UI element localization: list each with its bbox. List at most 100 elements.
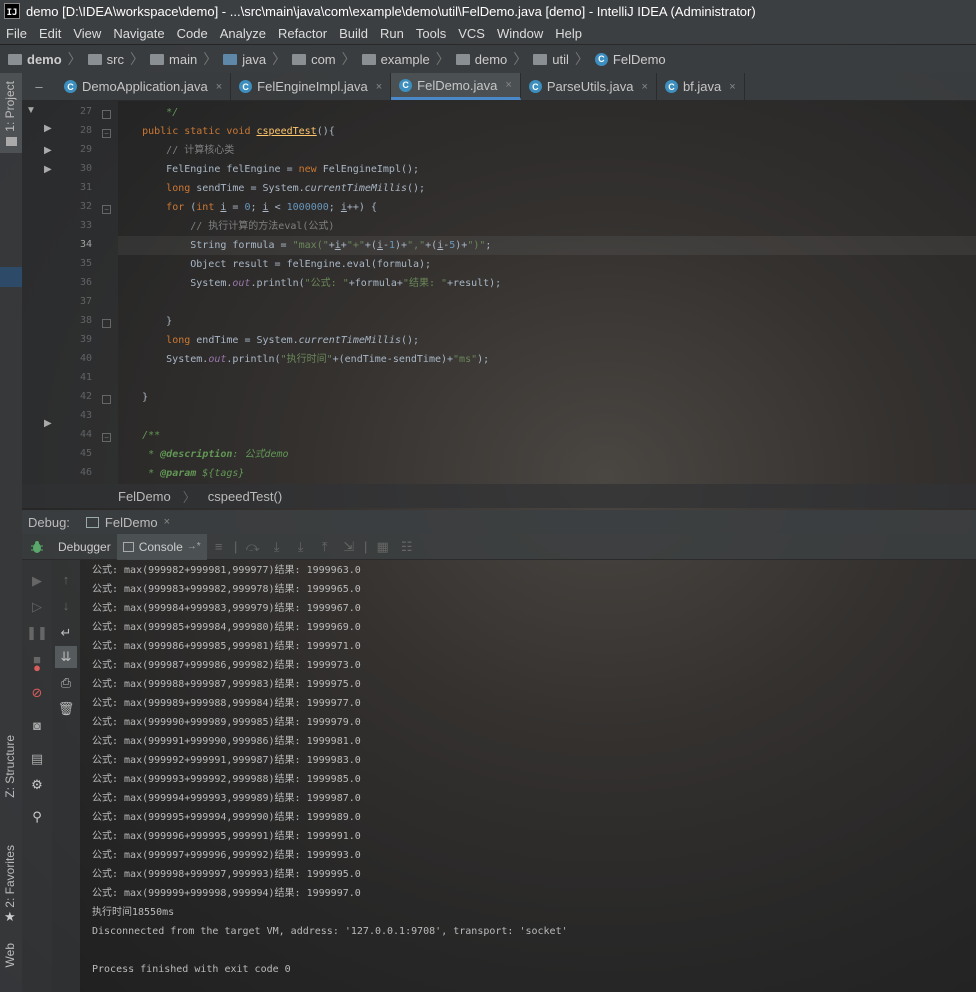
tab-feldemo[interactable]: C FelDemo.java × — [391, 73, 521, 100]
trash-icon[interactable]: 🗑 — [55, 698, 77, 720]
breadcrumb-demo-package[interactable]: demo — [455, 52, 507, 67]
code-editor[interactable]: */ public static void cspeedTest(){ // 计… — [118, 101, 976, 484]
fold-marker-icon[interactable]: − — [102, 205, 111, 214]
step-out-icon[interactable]: ⤒ — [313, 534, 337, 560]
expand-arrow-icon[interactable]: ▶ — [44, 164, 52, 175]
tab-debugger[interactable]: Debugger — [52, 534, 117, 560]
expand-arrow-icon[interactable]: ▶ — [44, 145, 52, 156]
breadcrumb-main[interactable]: main — [150, 52, 197, 67]
menu-view[interactable]: View — [67, 26, 107, 41]
line-number: 27 — [79, 106, 92, 117]
web-tool-button[interactable]: Web — [0, 941, 22, 991]
line-number: 33 — [79, 220, 92, 231]
menu-code[interactable]: Code — [171, 26, 214, 41]
source-folder-icon — [223, 53, 238, 65]
menu-help[interactable]: Help — [549, 26, 588, 41]
menu-vcs[interactable]: VCS — [452, 26, 491, 41]
mute-breakpoints-icon[interactable]: ⊘ — [26, 682, 48, 704]
camera-icon[interactable]: ◙ — [26, 714, 48, 736]
pin-icon[interactable]: ⚲ — [26, 806, 48, 828]
show-execution-point-icon[interactable]: ≡ — [207, 534, 231, 560]
rerun-icon[interactable]: ▶ — [26, 570, 48, 592]
step-over-icon[interactable]: ⤼ — [241, 534, 265, 560]
expand-arrow-icon[interactable]: ▶ — [44, 418, 52, 429]
breadcrumb-feldemo[interactable]: C FelDemo — [594, 52, 666, 67]
close-icon[interactable]: × — [164, 516, 170, 528]
close-icon[interactable]: × — [505, 79, 511, 91]
tab-console[interactable]: Console →* — [116, 533, 207, 560]
trace-icon[interactable]: ☷ — [395, 534, 419, 560]
menu-tools[interactable]: Tools — [410, 26, 452, 41]
debug-bug-icon[interactable] — [22, 534, 52, 560]
breadcrumb-class[interactable]: FelDemo — [118, 489, 171, 504]
line-number: 39 — [79, 334, 92, 345]
console-output[interactable]: 公式: max(999982+999981,999977)结果: 1999963… — [80, 560, 976, 992]
console-line: Process finished with exit code 0 — [92, 964, 291, 975]
tab-felengineimpl[interactable]: C FelEngineImpl.java × — [231, 73, 392, 100]
line-number: 43 — [79, 410, 92, 421]
code-line: /** — [142, 430, 161, 441]
print-icon[interactable]: ⎙ — [55, 672, 77, 694]
breadcrumb-util[interactable]: util — [533, 52, 569, 67]
star-icon: ★ — [4, 909, 16, 924]
breadcrumb-demo[interactable]: demo — [8, 52, 62, 67]
menu-navigate[interactable]: Navigate — [107, 26, 170, 41]
breadcrumb-method[interactable]: cspeedTest() — [208, 489, 282, 504]
chevron-right-icon: 〉 — [272, 51, 287, 67]
menu-refactor[interactable]: Refactor — [272, 26, 333, 41]
chevron-right-icon: 〉 — [182, 489, 196, 505]
class-icon: C — [594, 52, 608, 66]
close-icon[interactable]: × — [376, 81, 382, 93]
menu-run[interactable]: Run — [374, 26, 410, 41]
pause-icon[interactable]: ❚❚ — [26, 622, 48, 644]
code-line: long endTime = System.currentTimeMillis(… — [166, 335, 420, 346]
down-arrow-icon[interactable]: ↓ — [55, 594, 77, 616]
layout-icon[interactable]: ▤ — [26, 748, 48, 770]
menu-analyze[interactable]: Analyze — [214, 26, 272, 41]
fold-marker-icon[interactable] — [102, 110, 111, 119]
close-icon[interactable]: × — [729, 81, 735, 93]
run-to-cursor-icon[interactable]: ⇲ — [337, 534, 361, 560]
close-icon[interactable]: × — [216, 81, 222, 93]
view-breakpoints-icon[interactable]: ● — [26, 656, 48, 678]
favorites-tool-button[interactable]: 2: Favorites ★ — [0, 843, 22, 933]
close-icon[interactable]: × — [642, 81, 648, 93]
structure-tool-button[interactable]: Z: Structure — [0, 733, 22, 833]
fold-marker-icon[interactable] — [102, 395, 111, 404]
spring-class-icon: C — [64, 80, 77, 93]
debug-session-tab[interactable]: FelDemo × — [85, 515, 170, 530]
line-number: 46 — [79, 467, 92, 478]
breadcrumb-com[interactable]: com — [292, 52, 336, 67]
step-into-icon[interactable]: ⤓ — [265, 534, 289, 560]
soft-wrap-icon[interactable]: ↵ — [55, 622, 77, 644]
console-line: 公式: max(999983+999982,999978)结果: 1999965… — [92, 584, 361, 595]
tab-parseutils[interactable]: C ParseUtils.java × — [521, 73, 657, 100]
editor-gutter[interactable]: ▼ ▶ ▶ ▶ ▶ 27 28 29 30 31 32 33 34 35 36 … — [22, 101, 118, 484]
menu-window[interactable]: Window — [491, 26, 549, 41]
package-icon — [533, 53, 548, 65]
bookmark-marker — [0, 267, 22, 287]
expand-arrow-icon[interactable]: ▶ — [44, 123, 52, 134]
breadcrumb-src[interactable]: src — [87, 52, 124, 67]
project-tool-button[interactable]: 1: Project — [0, 73, 22, 153]
tab-demoapplication[interactable]: C DemoApplication.java × — [56, 73, 232, 100]
tab-bf[interactable]: C bf.java × — [657, 73, 745, 100]
gear-icon[interactable]: ⚙ — [26, 774, 48, 796]
fold-marker-icon[interactable]: − — [102, 129, 111, 138]
scroll-to-end-icon[interactable]: ⇊ — [55, 646, 77, 668]
force-step-into-icon[interactable]: ⤓ — [289, 534, 313, 560]
breadcrumb-java[interactable]: java — [223, 52, 266, 67]
expand-arrow-icon[interactable]: ▼ — [26, 105, 36, 116]
fold-marker-icon[interactable] — [102, 319, 111, 328]
menu-file[interactable]: File — [0, 26, 33, 41]
menu-edit[interactable]: Edit — [33, 26, 67, 41]
menu-build[interactable]: Build — [333, 26, 374, 41]
tab-scroll-left-icon[interactable]: – — [22, 73, 56, 100]
up-arrow-icon[interactable]: ↑ — [55, 568, 77, 590]
chevron-right-icon: 〉 — [341, 51, 356, 67]
breadcrumb-example[interactable]: example — [361, 52, 430, 67]
evaluate-expression-icon[interactable]: ▦ — [371, 534, 395, 560]
console-line: Disconnected from the target VM, address… — [92, 926, 568, 937]
fold-marker-icon[interactable]: − — [102, 433, 111, 442]
resume-icon[interactable]: ▷ — [26, 596, 48, 618]
